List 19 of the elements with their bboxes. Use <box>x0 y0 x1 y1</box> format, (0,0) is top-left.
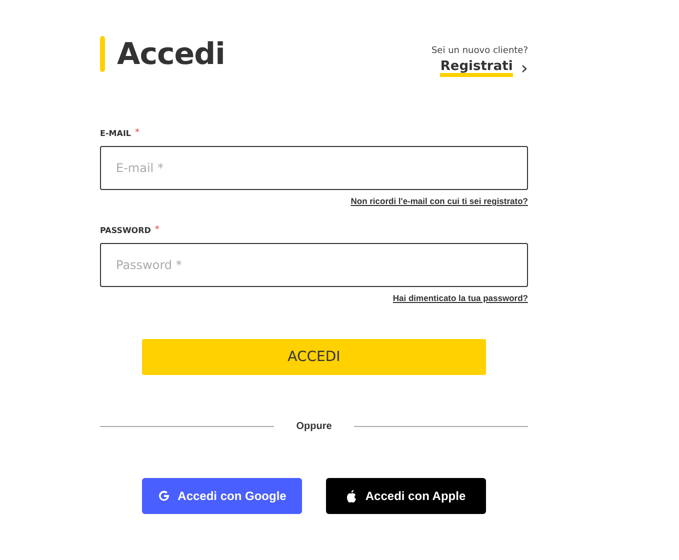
new-customer-text: Sei un nuovo cliente? <box>431 46 528 56</box>
chevron-icon: › <box>520 62 528 76</box>
page-title: Accedi <box>117 36 225 72</box>
accent-bar <box>100 36 105 72</box>
help-link[interactable]: Hai dimenticato la tua password? <box>392 293 528 303</box>
google-icon <box>158 490 170 502</box>
register-link[interactable]: Registrati <box>440 60 513 77</box>
required-mark: * <box>135 129 140 137</box>
social-login-button[interactable]: Accedi con Apple <box>326 478 486 514</box>
input-field[interactable]: E-mail * <box>100 146 528 190</box>
input-field[interactable]: Password * <box>100 243 528 287</box>
help-link[interactable]: Non ricordi l'e-mail con cui ti sei registrato? <box>350 196 528 206</box>
apple-icon <box>346 490 358 502</box>
field-label: E-MAIL <box>100 129 132 138</box>
field-label: PASSWORD <box>100 226 151 235</box>
social-login-button[interactable]: Accedi con Google <box>142 478 302 514</box>
required-mark: * <box>154 226 160 234</box>
login-button[interactable]: ACCEDI <box>142 339 486 375</box>
divider-text: Oppure <box>296 421 332 432</box>
